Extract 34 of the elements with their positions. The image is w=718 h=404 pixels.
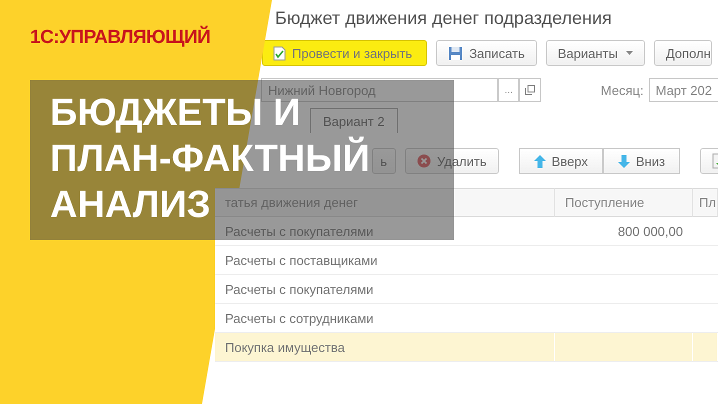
window-title: Бюджет движения денег подразделения — [274, 7, 613, 30]
table-row[interactable]: Расчеты с сотрудниками — [215, 304, 718, 333]
up-arrow-icon — [534, 154, 546, 168]
save-button[interactable]: Записать — [436, 40, 537, 66]
add-button[interactable]: ь — [372, 148, 396, 174]
brand-title: 1С:УПРАВЛЯЮЩИЙ — [30, 27, 210, 49]
down-arrow-icon — [618, 154, 630, 168]
table-row[interactable]: Расчеты с покупателями 800 000,00 — [215, 217, 718, 246]
column-header[interactable]: Пл — [693, 188, 718, 217]
table-cell: Покупка имущества — [215, 333, 555, 361]
open-icon[interactable] — [519, 78, 541, 102]
toolbar-button[interactable]: Дополн — [654, 40, 712, 66]
table-row[interactable]: Расчеты с покупателями — [215, 275, 718, 304]
circle-x-icon — [417, 154, 431, 168]
caret-icon — [626, 51, 633, 55]
headline-text: ПЛАН-ФАКТНЫЙ — [50, 138, 370, 180]
column-header[interactable]: Поступление — [555, 188, 693, 217]
table-cell-text: Расчеты с поставщиками — [224, 252, 378, 270]
month-field[interactable]: Март 202 — [648, 78, 718, 102]
move-up-button[interactable]: Вверх — [518, 148, 603, 174]
move-down-button[interactable]: Вниз — [602, 148, 680, 174]
tab[interactable]: Вариант 2 — [310, 108, 398, 133]
headline-text: АНАЛИЗ — [50, 184, 211, 226]
table-cell-text: Расчеты с покупателями — [224, 222, 374, 241]
table-cell-text: Расчеты с покупателями — [224, 280, 374, 299]
document-check-icon — [273, 46, 286, 60]
table-cell-text: Расчеты с сотрудниками — [224, 310, 375, 328]
table-row[interactable]: Покупка имущества — [215, 333, 718, 362]
select-button[interactable]: ... — [498, 78, 520, 102]
table-cell-text: 800 000,00 — [616, 222, 684, 240]
table-row[interactable]: Расчеты с поставщиками — [215, 246, 718, 275]
month-label: Месяц: — [600, 82, 644, 98]
variants-dropdown[interactable]: Варианты — [546, 40, 645, 66]
post-and-close-button[interactable]: Провести и закрыть — [262, 40, 428, 66]
